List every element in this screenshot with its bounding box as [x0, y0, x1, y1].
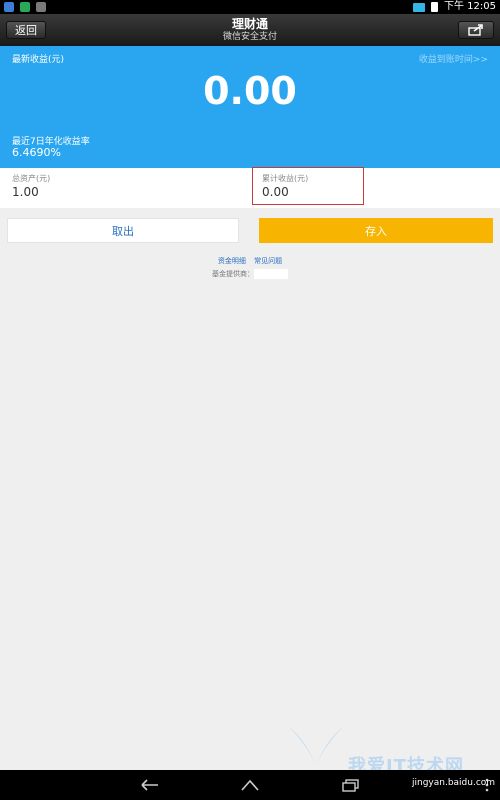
latest-earnings-label: 最新收益(元): [12, 55, 65, 65]
nav-back-button[interactable]: [136, 776, 162, 794]
arrival-time-link[interactable]: 收益到账时间>>: [419, 52, 488, 65]
latest-earnings-value: 0.00: [203, 69, 297, 113]
fund-details-link[interactable]: 资金明细: [218, 257, 246, 265]
back-button[interactable]: 返回: [6, 21, 46, 39]
total-assets-value: 1.00: [12, 185, 39, 199]
system-status: 下午 12:05: [413, 0, 496, 14]
nav-recent-apps-button[interactable]: [338, 776, 364, 794]
recent-apps-icon: [342, 779, 359, 792]
wifi-icon: [413, 2, 425, 12]
earnings-panel: 最新收益(元) 收益到账时间>> 0.00 最近7日年化收益率 6.4690%: [0, 46, 500, 168]
notification-image-icon: [36, 2, 46, 12]
highlight-box: [252, 167, 364, 205]
navigation-bar: jingyan.baidu.com: [0, 770, 500, 800]
battery-icon: [431, 2, 438, 12]
provider-mask: [254, 269, 288, 279]
total-assets-cell: 总资产(元) 1.00: [0, 168, 250, 208]
title-bar: 返回 理财通 微信安全支付: [0, 14, 500, 46]
footer-links: 资金明细 常见问题: [0, 256, 500, 266]
deposit-button[interactable]: 存入: [259, 218, 493, 243]
faq-link[interactable]: 常见问题: [254, 257, 282, 265]
share-icon: [468, 24, 483, 36]
notification-icons: [4, 2, 46, 12]
wechat-icon: [20, 2, 30, 12]
title-block: 理财通 微信安全支付: [150, 17, 350, 43]
home-icon: [241, 779, 259, 791]
watermark-url: jingyan.baidu.com: [412, 778, 496, 788]
back-arrow-icon: [141, 779, 158, 791]
total-assets-label: 总资产(元): [12, 174, 51, 183]
wing-logo-icon: [288, 726, 344, 766]
share-button[interactable]: [458, 21, 494, 39]
nav-home-button[interactable]: [237, 776, 263, 794]
annual-rate-value: 6.4690%: [12, 146, 61, 159]
totals-row: 总资产(元) 1.00 累计收益(元) 0.00: [0, 168, 500, 208]
withdraw-button[interactable]: 取出: [7, 218, 239, 243]
fund-provider: 基金提供商：: [0, 269, 500, 279]
fund-provider-label: 基金提供商：: [212, 270, 254, 278]
status-bar: 下午 12:05: [0, 0, 500, 14]
page-subtitle: 微信安全支付: [222, 32, 277, 42]
page-title: 理财通: [231, 17, 268, 31]
notification-app-icon: [4, 2, 14, 12]
clock: 下午 12:05: [444, 1, 496, 12]
